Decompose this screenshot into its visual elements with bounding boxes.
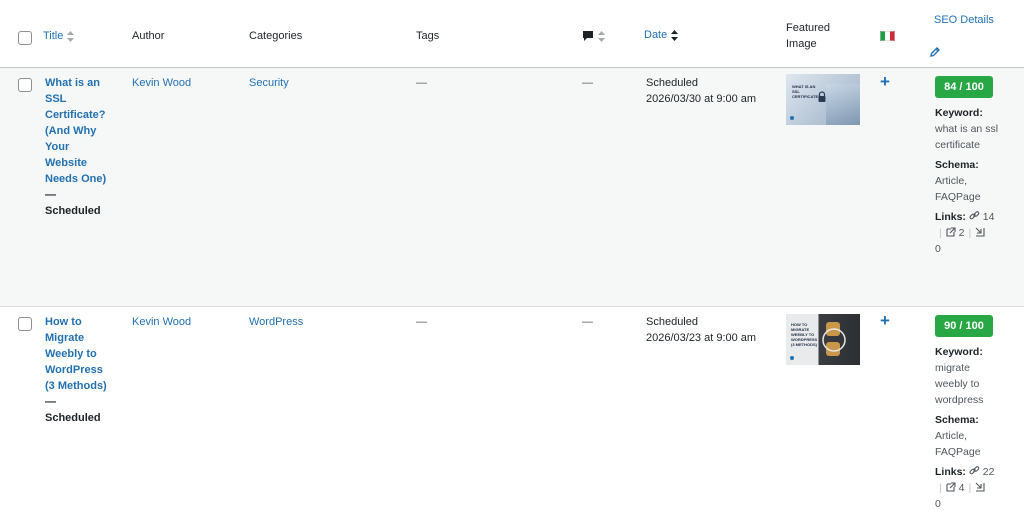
- plus-icon[interactable]: +: [880, 73, 890, 90]
- links-incoming-count: 0: [935, 498, 941, 510]
- date-value: 2026/03/23 at 9:00 am: [646, 332, 757, 344]
- date-cell: Scheduled 2026/03/30 at 9:00 am: [646, 75, 756, 107]
- seo-score-badge: 84 / 100: [935, 76, 993, 98]
- keyword-label: Keyword:: [935, 346, 983, 358]
- column-date-label: Date: [644, 29, 668, 41]
- keyword-line: wordpress: [935, 394, 984, 406]
- tags-value: —: [416, 316, 427, 328]
- incoming-link-icon: [975, 227, 985, 237]
- keyword-line: certificate: [935, 139, 980, 151]
- title-dash: —: [45, 189, 56, 201]
- title-dash: —: [45, 396, 56, 408]
- links-incoming-count: 0: [935, 243, 941, 255]
- external-link-icon: [946, 227, 956, 237]
- column-tags-header: Tags: [416, 30, 440, 42]
- column-title-header[interactable]: Title: [43, 28, 75, 44]
- person-silhouette: [826, 84, 860, 125]
- schema-line: Article,: [935, 430, 968, 442]
- date-cell: Scheduled 2026/03/23 at 9:00 am: [646, 314, 756, 346]
- sort-arrows-icon: [67, 30, 75, 42]
- column-date-header[interactable]: Date: [644, 27, 679, 43]
- post-state: Scheduled: [45, 412, 101, 424]
- links-line: Links: 14: [935, 209, 1007, 225]
- comment-bubble-icon: [583, 31, 593, 42]
- links-external-count: 4: [958, 482, 965, 494]
- link-icon: [969, 466, 980, 475]
- date-value: 2026/03/30 at 9:00 am: [646, 93, 757, 105]
- keyword-line: what is an ssl: [935, 123, 999, 135]
- column-categories-header: Categories: [249, 30, 303, 42]
- links-internal-count: 14: [982, 211, 995, 223]
- column-title-label: Title: [43, 30, 64, 42]
- migration-arrows-icon: [822, 328, 846, 352]
- featured-image-thumbnail[interactable]: HOW TO MIGRATE WEEBLY TO WORDPRESS (3 ME…: [786, 314, 860, 365]
- table-row: What is an SSL Certificate? (And Why You…: [0, 68, 1024, 307]
- category-link[interactable]: Security: [249, 75, 289, 91]
- author-link[interactable]: Kevin Wood: [132, 314, 191, 330]
- links-line-2: | 4 |: [935, 480, 1007, 496]
- post-title-link[interactable]: How to Migrate Weebly to WordPress (3 Me…: [45, 314, 115, 394]
- comments-value: —: [582, 316, 593, 328]
- category-link[interactable]: WordPress: [249, 314, 303, 330]
- links-external-count: 2: [958, 227, 965, 239]
- external-link-icon: [946, 482, 956, 492]
- author-link[interactable]: Kevin Wood: [132, 75, 191, 91]
- schema-label: Schema:: [935, 414, 979, 426]
- featured-label-line2: Image: [786, 38, 817, 50]
- links-label: Links:: [935, 211, 966, 223]
- incoming-link-icon: [975, 482, 985, 492]
- thumbnail-text: HOW TO MIGRATE WEEBLY TO WORDPRESS (3 ME…: [791, 322, 818, 347]
- row-checkbox[interactable]: [18, 317, 32, 331]
- column-author-header: Author: [132, 30, 165, 42]
- links-line-2: | 2 |: [935, 225, 1007, 241]
- column-featured-image-header: Featured Image: [786, 20, 830, 52]
- pencil-icon[interactable]: [929, 46, 941, 58]
- links-internal-count: 22: [982, 466, 995, 478]
- links-line: Links: 22: [935, 464, 1007, 480]
- schema-line: FAQPage: [935, 191, 981, 203]
- plus-icon[interactable]: +: [880, 312, 890, 329]
- table-header: Title Author Categories Tags Date Featur…: [0, 0, 1024, 68]
- keyword-line: weebly to: [935, 378, 980, 390]
- thumbnail-logo-icon: [790, 356, 794, 360]
- table-row: How to Migrate Weebly to WordPress (3 Me…: [0, 307, 1024, 519]
- post-state: Scheduled: [45, 205, 101, 217]
- date-status: Scheduled: [646, 77, 698, 89]
- italy-flag-icon: [880, 31, 895, 41]
- select-all-checkbox[interactable]: [18, 31, 32, 45]
- row-checkbox[interactable]: [18, 78, 32, 92]
- schema-line: FAQPage: [935, 446, 981, 458]
- column-seo-header[interactable]: SEO Details: [934, 12, 994, 28]
- seo-score-badge: 90 / 100: [935, 315, 993, 337]
- featured-image-thumbnail[interactable]: WHAT IS AN SSL CERTIFICATE?: [786, 74, 860, 125]
- post-title-cell: What is an SSL Certificate? (And Why You…: [45, 75, 115, 219]
- schema-label: Schema:: [935, 159, 979, 171]
- thumbnail-logo-icon: [790, 116, 794, 120]
- featured-label-line1: Featured: [786, 22, 831, 34]
- link-icon: [969, 211, 980, 220]
- seo-details: Keyword: what is an ssl certificate Sche…: [935, 105, 1007, 257]
- thumbnail-text: WHAT IS AN SSL CERTIFICATE?: [792, 84, 821, 99]
- keyword-label: Keyword:: [935, 107, 983, 119]
- sort-arrows-icon: [671, 29, 679, 41]
- sort-arrows-icon: [598, 30, 605, 42]
- seo-details: Keyword: migrate weebly to wordpress Sch…: [935, 344, 1007, 512]
- post-title-cell: How to Migrate Weebly to WordPress (3 Me…: [45, 314, 115, 426]
- comments-value: —: [582, 77, 593, 89]
- post-title-link[interactable]: What is an SSL Certificate? (And Why You…: [45, 75, 115, 187]
- column-comments-header[interactable]: [582, 28, 605, 44]
- tags-value: —: [416, 77, 427, 89]
- schema-line: Article,: [935, 175, 968, 187]
- date-status: Scheduled: [646, 316, 698, 328]
- keyword-line: migrate: [935, 362, 971, 374]
- links-label: Links:: [935, 466, 966, 478]
